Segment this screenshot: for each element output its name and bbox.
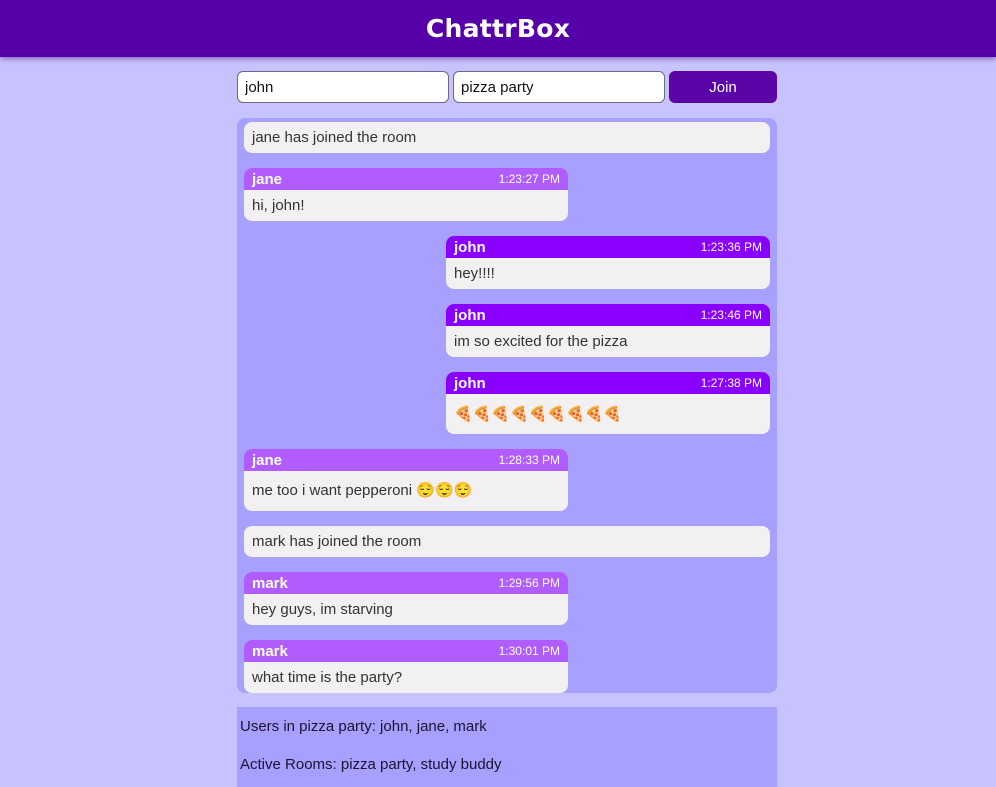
chat-message: jane 1:28:33 PM me too i want pepperoni … bbox=[244, 449, 568, 511]
username-input[interactable] bbox=[237, 71, 449, 103]
message-author: john bbox=[454, 374, 486, 392]
message-text: me too i want pepperoni 😌😌😌 bbox=[252, 482, 473, 499]
message-author: mark bbox=[252, 642, 288, 660]
message-header: john 1:27:38 PM bbox=[446, 372, 770, 394]
system-message: mark has joined the room bbox=[244, 526, 770, 557]
message-text: 🍕🍕🍕🍕🍕🍕🍕🍕🍕 bbox=[454, 405, 623, 423]
message-timestamp: 1:27:38 PM bbox=[700, 376, 762, 390]
message-timestamp: 1:30:01 PM bbox=[498, 644, 560, 658]
message-author: mark bbox=[252, 574, 288, 592]
room-input[interactable] bbox=[453, 71, 665, 103]
join-button[interactable]: Join bbox=[669, 71, 777, 103]
app-title: ChattrBox bbox=[425, 14, 571, 43]
app-header: ChattrBox bbox=[0, 0, 996, 57]
room-users-text: Users in pizza party: john, jane, mark bbox=[240, 718, 487, 735]
message-header: mark 1:29:56 PM bbox=[244, 572, 568, 594]
message-author: jane bbox=[252, 451, 283, 469]
chat-message-own: john 1:27:38 PM 🍕🍕🍕🍕🍕🍕🍕🍕🍕 bbox=[446, 372, 770, 434]
message-author: jane bbox=[252, 170, 283, 188]
message-text: what time is the party? bbox=[252, 669, 403, 686]
message-timestamp: 1:23:27 PM bbox=[498, 172, 560, 186]
message-timestamp: 1:23:36 PM bbox=[700, 240, 762, 254]
message-timestamp: 1:23:46 PM bbox=[700, 308, 762, 322]
chat-message: mark 1:29:56 PM hey guys, im starving bbox=[244, 572, 568, 625]
message-text: hi, john! bbox=[252, 197, 305, 214]
chat-message-own: john 1:23:46 PM im so excited for the pi… bbox=[446, 304, 770, 357]
chat-message: jane 1:23:27 PM hi, john! bbox=[244, 168, 568, 221]
message-list: jane has joined the room jane 1:23:27 PM… bbox=[244, 122, 770, 693]
message-text: hey guys, im starving bbox=[252, 601, 393, 618]
chat-message: mark 1:30:01 PM what time is the party? bbox=[244, 640, 568, 693]
chat-panel[interactable]: jane has joined the room jane 1:23:27 PM… bbox=[237, 118, 777, 693]
message-author: john bbox=[454, 238, 486, 256]
message-timestamp: 1:28:33 PM bbox=[498, 453, 560, 467]
message-timestamp: 1:29:56 PM bbox=[498, 576, 560, 590]
room-info-panel: Users in pizza party: john, jane, mark A… bbox=[237, 707, 777, 787]
message-header: john 1:23:46 PM bbox=[446, 304, 770, 326]
message-header: john 1:23:36 PM bbox=[446, 236, 770, 258]
message-header: jane 1:23:27 PM bbox=[244, 168, 568, 190]
message-author: john bbox=[454, 306, 486, 324]
chat-message-own: john 1:23:36 PM hey!!!! bbox=[446, 236, 770, 289]
active-rooms-text: Active Rooms: pizza party, study buddy bbox=[240, 756, 502, 773]
system-message: jane has joined the room bbox=[244, 122, 770, 153]
message-text: im so excited for the pizza bbox=[454, 333, 628, 350]
message-header: mark 1:30:01 PM bbox=[244, 640, 568, 662]
message-text: hey!!!! bbox=[454, 265, 495, 282]
join-form: Join bbox=[237, 71, 777, 103]
message-header: jane 1:28:33 PM bbox=[244, 449, 568, 471]
